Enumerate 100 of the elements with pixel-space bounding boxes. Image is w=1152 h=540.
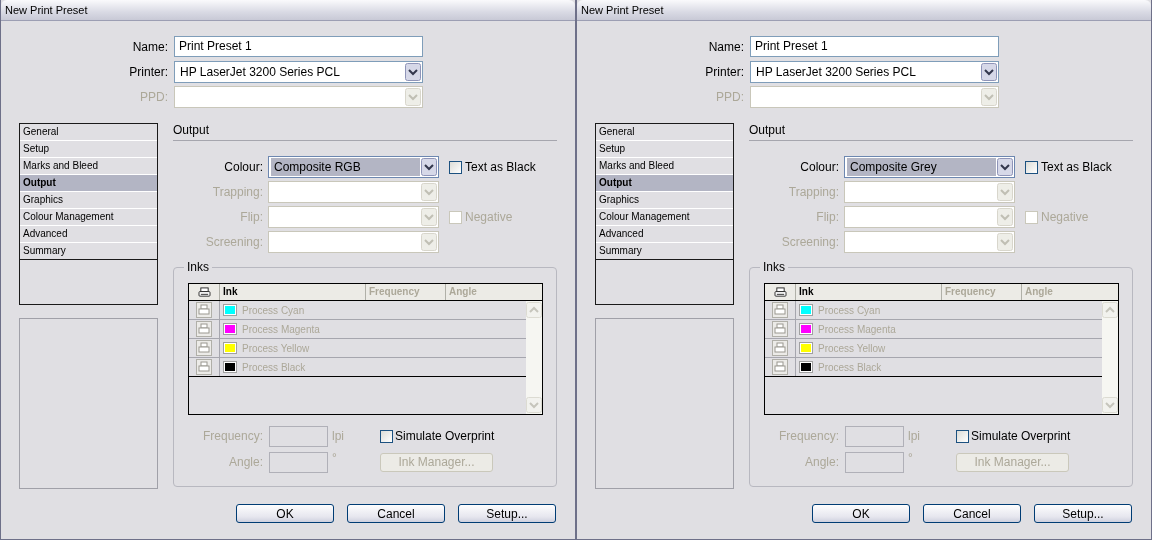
checkbox[interactable]: [449, 160, 462, 174]
unit-label: lpi: [331, 429, 345, 443]
scroll-down-icon[interactable]: [526, 397, 542, 413]
dialog-button[interactable]: Setup...: [458, 504, 556, 523]
frequency-field[interactable]: [269, 425, 328, 447]
section-item[interactable]: Graphics: [20, 192, 157, 209]
window-title: New Print Preset: [5, 4, 88, 16]
field-label: Frequency:: [777, 429, 839, 443]
option-dropdown[interactable]: [268, 206, 439, 228]
option-dropdown[interactable]: [268, 231, 439, 253]
printer-icon[interactable]: [772, 340, 788, 356]
section-item[interactable]: General: [20, 124, 157, 141]
table-cell: Process Yellow: [242, 342, 310, 354]
window-title: New Print Preset: [581, 4, 664, 16]
section-item[interactable]: Graphics: [596, 192, 733, 209]
field-label: Angle:: [803, 455, 839, 469]
name-field[interactable]: Print Preset 1: [750, 36, 999, 57]
group-title: Inks: [184, 260, 212, 274]
checkbox[interactable]: [956, 429, 969, 443]
field-label: Angle:: [227, 455, 263, 469]
field-label: Trapping:: [787, 185, 839, 199]
option-dropdown[interactable]: [844, 231, 1015, 253]
unit-label: lpi: [907, 429, 921, 443]
section-item[interactable]: General: [596, 124, 733, 141]
scroll-up-icon[interactable]: [526, 302, 542, 318]
unit-label: °: [331, 451, 338, 465]
dialog-button[interactable]: Cancel: [923, 504, 1021, 523]
printer-icon: [773, 286, 787, 298]
section-item[interactable]: Output: [596, 175, 733, 192]
section-item[interactable]: Output: [20, 175, 157, 192]
panel-title: Output: [749, 123, 1133, 141]
dialog-button[interactable]: OK: [236, 504, 334, 523]
dialog-button[interactable]: Setup...: [1034, 504, 1132, 523]
scroll-up-icon[interactable]: [1102, 302, 1118, 318]
checkbox-label: Negative: [465, 210, 513, 224]
option-dropdown[interactable]: Composite RGB: [268, 156, 439, 178]
field-label: Name:: [131, 39, 168, 54]
field-label: Screening:: [204, 235, 263, 249]
field-label: PPD:: [139, 89, 168, 104]
column-header[interactable]: Ink: [220, 284, 366, 300]
section-item[interactable]: Colour Management: [20, 209, 157, 226]
angle-field[interactable]: [269, 451, 328, 473]
field-label: Trapping:: [211, 185, 263, 199]
table-cell: Process Magenta: [242, 323, 320, 335]
printer-icon[interactable]: [196, 340, 212, 356]
printer-icon[interactable]: [772, 359, 788, 375]
name-field[interactable]: Print Preset 1: [174, 36, 423, 57]
checkbox[interactable]: [1025, 160, 1038, 174]
checkbox-label: Text as Black: [465, 160, 536, 174]
table-cell: Process Yellow: [818, 342, 886, 354]
option-dropdown[interactable]: Composite Grey: [844, 156, 1015, 178]
printer-icon[interactable]: [196, 321, 212, 337]
section-item[interactable]: Summary: [596, 243, 733, 260]
checkbox-label: Text as Black: [1041, 160, 1112, 174]
printer-icon[interactable]: [772, 321, 788, 337]
scrollbar[interactable]: [526, 301, 542, 414]
checkbox-label: Simulate Overprint: [971, 429, 1071, 443]
option-dropdown[interactable]: [844, 206, 1015, 228]
scroll-down-icon[interactable]: [1102, 397, 1118, 413]
table-cell: Process Cyan: [242, 304, 305, 316]
option-dropdown[interactable]: [844, 181, 1015, 203]
printer-dropdown[interactable]: HP LaserJet 3200 Series PCL: [750, 60, 999, 83]
panel-title: Output: [173, 123, 557, 141]
section-item[interactable]: Colour Management: [596, 209, 733, 226]
section-item[interactable]: Summary: [20, 243, 157, 260]
field-label: Frequency:: [201, 429, 263, 443]
angle-field[interactable]: [845, 451, 904, 473]
dialog-button[interactable]: OK: [812, 504, 910, 523]
table-cell: Process Black: [242, 361, 306, 373]
section-item[interactable]: Advanced: [596, 226, 733, 243]
section-item[interactable]: Advanced: [20, 226, 157, 243]
field-label: Colour:: [223, 160, 263, 174]
scrollbar[interactable]: [1102, 301, 1118, 414]
field-label: Printer:: [704, 64, 744, 79]
printer-icon[interactable]: [196, 359, 212, 375]
field-label: Printer:: [128, 64, 168, 79]
checkbox-label: Negative: [1041, 210, 1089, 224]
table-cell: Process Cyan: [818, 304, 881, 316]
section-item[interactable]: Setup: [20, 141, 157, 158]
checkbox[interactable]: [380, 429, 393, 443]
printer-dropdown[interactable]: [750, 85, 999, 108]
field-label: Colour:: [799, 160, 839, 174]
field-label: Name:: [707, 39, 744, 54]
unit-label: °: [907, 451, 914, 465]
column-header[interactable]: Ink: [796, 284, 942, 300]
printer-dropdown[interactable]: [174, 85, 423, 108]
table-cell: Process Black: [818, 361, 882, 373]
printer-dropdown[interactable]: HP LaserJet 3200 Series PCL: [174, 60, 423, 83]
field-label: PPD:: [715, 89, 744, 104]
group-title: Inks: [760, 260, 788, 274]
option-dropdown[interactable]: [268, 181, 439, 203]
frequency-field[interactable]: [845, 425, 904, 447]
field-label: Flip:: [239, 210, 263, 224]
field-label: Flip:: [815, 210, 839, 224]
dialog-button[interactable]: Cancel: [347, 504, 445, 523]
field-label: Screening:: [780, 235, 839, 249]
printer-icon: [197, 286, 211, 298]
table-cell: Process Magenta: [818, 323, 896, 335]
checkbox-label: Simulate Overprint: [395, 429, 495, 443]
section-item[interactable]: Setup: [596, 141, 733, 158]
